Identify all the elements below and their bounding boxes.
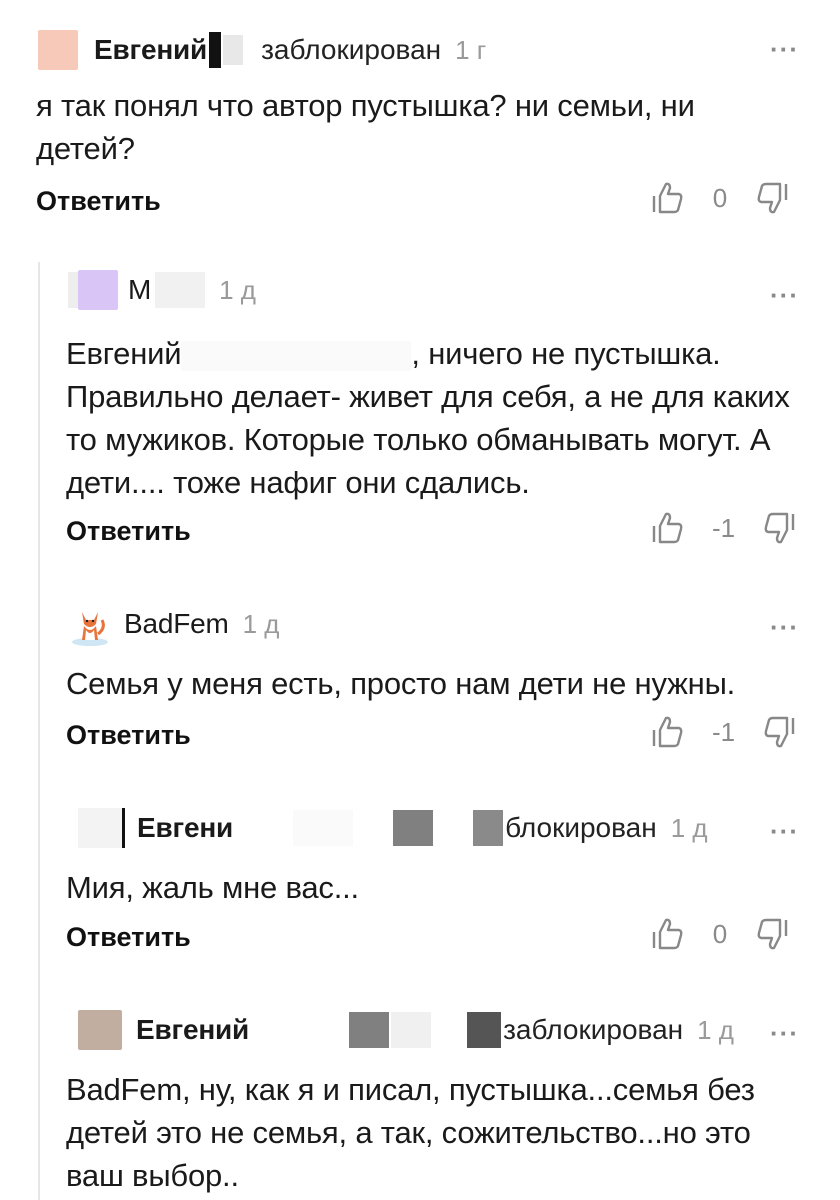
- more-icon[interactable]: ···: [770, 1018, 799, 1049]
- votes: 0: [650, 180, 790, 216]
- thumbs-down-icon[interactable]: [761, 714, 797, 750]
- vote-count: 0: [712, 182, 728, 213]
- mention-name[interactable]: Евгений: [66, 336, 182, 371]
- author-name[interactable]: М: [128, 274, 151, 306]
- thread-line: [38, 262, 40, 1200]
- blocked-status: заблокирован: [503, 1014, 684, 1045]
- blocked-status: блокирован: [505, 812, 657, 843]
- votes: 0: [650, 916, 790, 952]
- more-icon[interactable]: ···: [770, 816, 799, 847]
- thumbs-down-icon[interactable]: [754, 180, 790, 216]
- avatar[interactable]: [78, 1010, 122, 1050]
- redacted-area: [78, 808, 125, 848]
- comment-header: М 1 д: [68, 270, 256, 310]
- thumbs-down-icon[interactable]: [761, 510, 797, 546]
- redacted-area: [209, 32, 222, 68]
- author-name[interactable]: Евгени: [137, 812, 233, 844]
- comment-header: BadFem 1 д: [68, 604, 280, 646]
- redacted-area: [391, 1012, 432, 1048]
- comment-text: я так понял что автор пустышка? ни семьи…: [36, 88, 695, 166]
- vote-count: -1: [712, 716, 736, 747]
- reply-button[interactable]: Ответить: [66, 720, 191, 751]
- redacted-area: [181, 340, 412, 371]
- avatar[interactable]: [38, 30, 78, 70]
- more-icon[interactable]: ···: [770, 612, 799, 643]
- redacted-area: [223, 35, 244, 65]
- thumbs-up-icon[interactable]: [650, 714, 686, 750]
- redacted-area: [68, 272, 78, 308]
- timestamp: 1 д: [219, 274, 256, 305]
- reply-button[interactable]: Ответить: [36, 186, 161, 217]
- redacted-area: [473, 810, 504, 846]
- author-name[interactable]: BadFem: [124, 608, 229, 640]
- timestamp: 1 д: [670, 812, 708, 843]
- comment-header: Евгени блокирован 1 д: [78, 808, 708, 848]
- redacted-area: [393, 810, 434, 846]
- redacted-area: [467, 1012, 502, 1048]
- fox-avatar-icon[interactable]: [68, 604, 108, 646]
- vote-count: 0: [712, 918, 728, 949]
- votes: -1: [650, 714, 797, 750]
- more-icon[interactable]: ···: [770, 280, 799, 311]
- timestamp: 1 д: [697, 1014, 734, 1045]
- thumbs-up-icon[interactable]: [650, 180, 686, 216]
- comment-text: Семья у меня есть, просто нам дети не ну…: [66, 666, 736, 701]
- timestamp: 1 д: [242, 608, 280, 639]
- reply-button[interactable]: Ответить: [66, 922, 191, 953]
- thumbs-down-icon[interactable]: [754, 916, 790, 952]
- vote-count: -1: [712, 512, 736, 543]
- thumbs-up-icon[interactable]: [650, 510, 686, 546]
- comment-text: Евгений , ничего не пустышка. Правильно д…: [66, 332, 806, 504]
- thumbs-up-icon[interactable]: [650, 916, 686, 952]
- comment-header: Евгений заблокирован 1 д: [78, 1010, 734, 1050]
- timestamp: 1 г: [455, 34, 487, 65]
- comment-text: BadFem, ну, как я и писал, пустышка...се…: [66, 1072, 755, 1193]
- redacted-area: [155, 272, 206, 308]
- author-name[interactable]: Евгений: [136, 1014, 249, 1046]
- avatar[interactable]: [78, 270, 118, 310]
- author-name[interactable]: Евгений: [94, 34, 207, 66]
- reply-button[interactable]: Ответить: [66, 516, 191, 547]
- redacted-area: [293, 810, 354, 846]
- more-icon[interactable]: ···: [770, 34, 799, 65]
- comment-text-body: Правильно делает- живет для себя, а не д…: [66, 379, 790, 500]
- comment-text-start: , ничего не пустышка.: [411, 336, 721, 371]
- comment-text: Мия, жаль мне вас...: [66, 870, 359, 905]
- votes: -1: [650, 510, 797, 546]
- redacted-area: [349, 1012, 390, 1048]
- comment-header: Евгений заблокирован 1 г: [38, 30, 486, 70]
- blocked-status: заблокирован: [261, 34, 442, 65]
